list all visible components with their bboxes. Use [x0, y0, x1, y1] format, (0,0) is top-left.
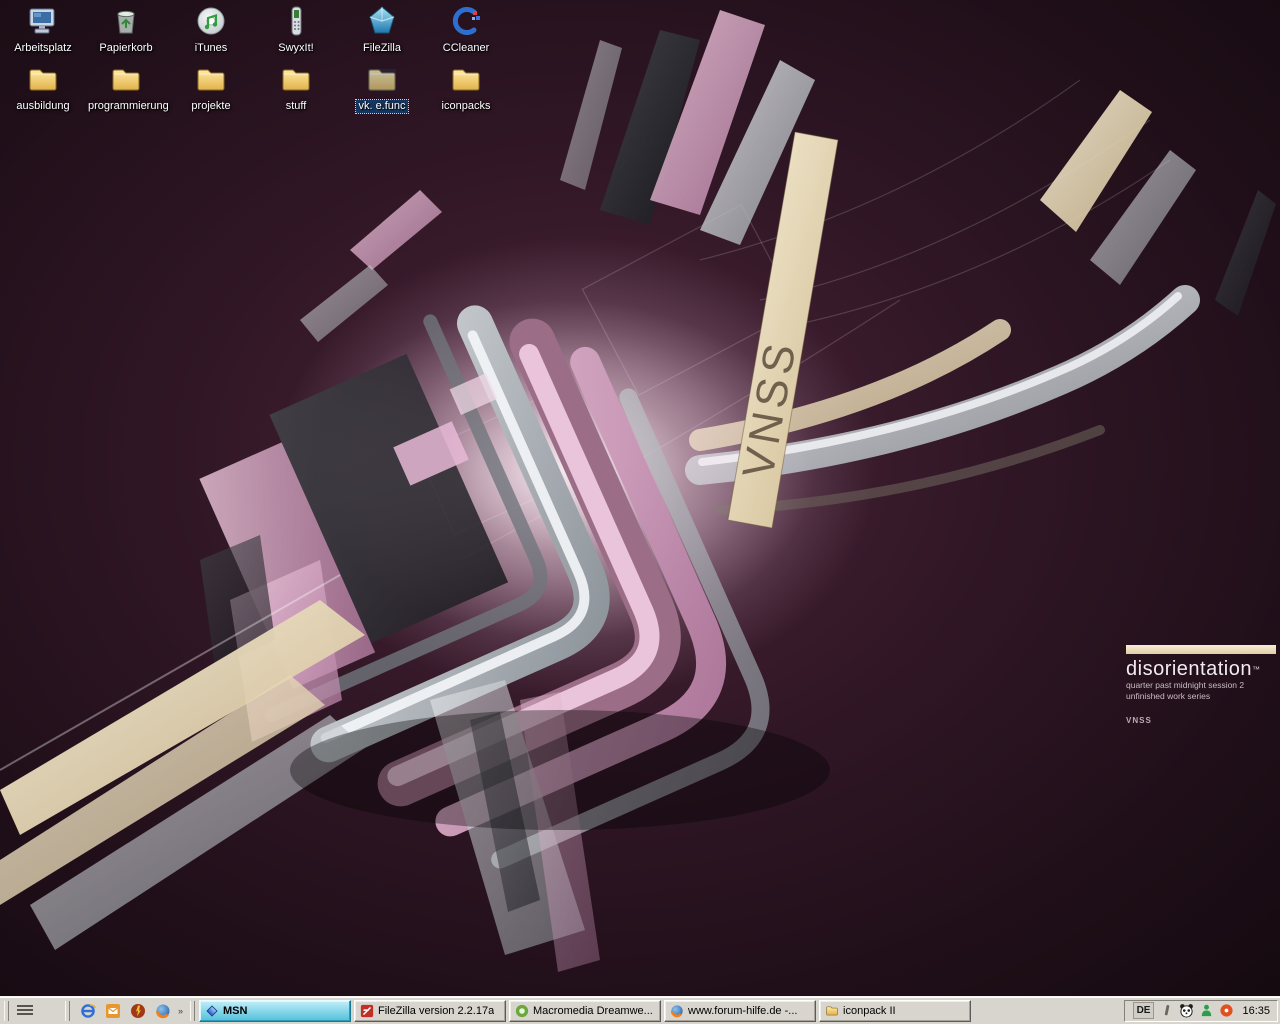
- task-button-iconpack[interactable]: iconpack II: [819, 1000, 971, 1022]
- task-button-filezilla[interactable]: FileZilla version 2.2.17a: [354, 1000, 506, 1022]
- folder-icon: [279, 62, 313, 96]
- desktop-icon-label: iconpacks: [440, 100, 493, 113]
- my-computer-icon: [26, 4, 60, 38]
- taskbar-grip[interactable]: [65, 1001, 70, 1021]
- quicklaunch-outlook-button[interactable]: [103, 1001, 123, 1021]
- desktop-icon-label: FileZilla: [361, 42, 403, 55]
- task-button-forum-hilfe[interactable]: www.forum-hilfe.de -...: [664, 1000, 816, 1022]
- task-button-label: MSN: [223, 1005, 247, 1017]
- task-button-msn[interactable]: MSN: [199, 1000, 351, 1022]
- wallpaper-subtitle-2: unfinished work series: [1126, 691, 1276, 702]
- desktop-folder-stuff[interactable]: stuff: [256, 62, 336, 114]
- desktop-icon-filezilla[interactable]: FileZilla: [342, 4, 422, 56]
- wallpaper-art: VNSS: [0, 0, 1280, 996]
- quick-launch: »: [74, 1001, 186, 1021]
- media-player-icon: [130, 1003, 146, 1019]
- recycle-bin-icon: [109, 4, 143, 38]
- folder-icon: [449, 62, 483, 96]
- filezilla-gem-icon: [365, 4, 399, 38]
- desktop-icon-label: Papierkorb: [97, 42, 154, 55]
- wallpaper-subtitle-1: quarter past midnight session 2: [1126, 680, 1276, 691]
- task-button-label: FileZilla version 2.2.17a: [378, 1005, 494, 1017]
- taskbar: » MSN FileZilla version 2.2.17a Macromed…: [0, 996, 1280, 1024]
- dreamweaver-icon: [515, 1004, 529, 1018]
- swyx-phone-icon: [279, 4, 313, 38]
- desktop-icon-label: projekte: [189, 100, 232, 113]
- wallpaper-title: disorientation™: [1126, 659, 1276, 680]
- alert-icon[interactable]: [1219, 1003, 1234, 1018]
- desktop-icon-label: ausbildung: [14, 100, 71, 113]
- desktop-icon-papierkorb[interactable]: Papierkorb: [86, 4, 166, 56]
- filezilla-icon: [360, 1004, 374, 1018]
- folder-icon: [825, 1004, 839, 1018]
- panda-icon[interactable]: [1179, 1003, 1194, 1018]
- quick-launch-overflow-chevron[interactable]: »: [178, 1001, 182, 1021]
- language-indicator[interactable]: DE: [1133, 1002, 1155, 1019]
- firefox-icon: [670, 1004, 684, 1018]
- itunes-icon: [194, 4, 228, 38]
- task-button-label: iconpack II: [843, 1005, 896, 1017]
- desktop-icon-label: iTunes: [193, 42, 230, 55]
- folder-icon: [194, 62, 228, 96]
- ccleaner-icon: [449, 4, 483, 38]
- desktop-icon-label: SwyxIt!: [276, 42, 315, 55]
- desktop-icon-label: stuff: [284, 100, 309, 113]
- firefox-icon: [155, 1003, 171, 1019]
- desktop[interactable]: VNSS disorienta: [0, 0, 1280, 996]
- quicklaunch-firefox-button[interactable]: [153, 1001, 173, 1021]
- desktop-icon-swyxit[interactable]: SwyxIt!: [256, 4, 336, 56]
- desktop-icon-label: Arbeitsplatz: [12, 42, 73, 55]
- desktop-folder-vk-e-func[interactable]: vk. e.func: [342, 62, 422, 114]
- messenger-status-icon[interactable]: [1199, 1003, 1214, 1018]
- folder-icon: [26, 62, 60, 96]
- msn-messenger-icon: [205, 1004, 219, 1018]
- task-buttons: MSN FileZilla version 2.2.17a Macromedia…: [199, 1000, 971, 1022]
- quicklaunch-media-player-button[interactable]: [128, 1001, 148, 1021]
- desktop-icon-ccleaner[interactable]: CCleaner: [426, 4, 506, 56]
- signature-bar: [1126, 645, 1276, 654]
- taskbar-grip[interactable]: [4, 1001, 9, 1021]
- desktop-icon-label: programmierung: [86, 100, 168, 113]
- desktop-icon-label: CCleaner: [441, 42, 491, 55]
- trademark-symbol: ™: [1252, 665, 1261, 674]
- wallpaper-signature: disorientation™ quarter past midnight se…: [1126, 645, 1276, 725]
- quicklaunch-internet-explorer-button[interactable]: [78, 1001, 98, 1021]
- system-tray: DE 16:35: [1124, 1000, 1278, 1022]
- desktop-icon-label: vk. e.func: [356, 100, 407, 113]
- outlook-mail-icon: [105, 1003, 121, 1019]
- desktop-folder-projekte[interactable]: projekte: [171, 62, 251, 114]
- task-button-label: Macromedia Dreamwe...: [533, 1005, 653, 1017]
- desktop-folder-iconpacks[interactable]: iconpacks: [426, 62, 506, 114]
- task-button-label: www.forum-hilfe.de -...: [688, 1005, 797, 1017]
- menu-lines-icon: [17, 1005, 33, 1016]
- desktop-icon-arbeitsplatz[interactable]: Arbeitsplatz: [3, 4, 83, 56]
- folder-icon: [109, 62, 143, 96]
- internet-explorer-icon: [80, 1003, 96, 1019]
- wallpaper-brand: VNSS: [1126, 716, 1276, 725]
- taskbar-clock[interactable]: 16:35: [1239, 1005, 1270, 1017]
- taskbar-grip[interactable]: [190, 1001, 195, 1021]
- minimized-toolbar[interactable]: [13, 1000, 61, 1022]
- pen-input-icon[interactable]: [1159, 1003, 1174, 1018]
- desktop-folder-programmierung[interactable]: programmierung: [86, 62, 166, 114]
- desktop-folder-ausbildung[interactable]: ausbildung: [3, 62, 83, 114]
- folder-icon: [365, 62, 399, 96]
- desktop-icon-itunes[interactable]: iTunes: [171, 4, 251, 56]
- task-button-dreamweaver[interactable]: Macromedia Dreamwe...: [509, 1000, 661, 1022]
